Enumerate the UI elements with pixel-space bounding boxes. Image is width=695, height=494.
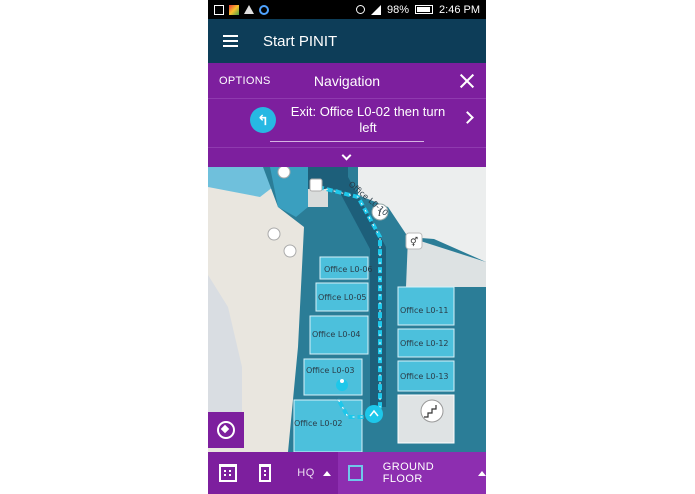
navigation-instruction[interactable]: ↰ Exit: Office L0-02 then turn left [208, 100, 486, 146]
recenter-location-button[interactable] [208, 412, 244, 448]
room-label-l0-13: Office L0-13 [400, 372, 449, 381]
hamburger-menu-icon[interactable] [208, 19, 252, 63]
close-icon[interactable] [458, 72, 476, 90]
app-title: Start PINIT [263, 32, 338, 50]
floor-selector[interactable]: GROUND FLOOR [338, 452, 486, 494]
building-label: HQ [297, 467, 315, 479]
navigation-header: OPTIONS Navigation [208, 63, 486, 99]
room-label-l0-11: Office L0-11 [400, 306, 449, 315]
room-label-l0-03: Office L0-03 [306, 366, 355, 375]
indoor-map[interactable]: i ⚥ Office L0-10 Office L0-06 Office L0-… [208, 165, 486, 453]
building-selector[interactable]: HQ [282, 452, 338, 494]
signal-icon [371, 4, 381, 15]
drive-notification-icon [244, 5, 254, 14]
svg-text:⚥: ⚥ [410, 236, 418, 248]
clock: 2:46 PM [439, 3, 480, 16]
floor-icon [348, 465, 363, 481]
gallery-notification-icon [214, 4, 224, 15]
battery-percent: 98% [387, 3, 410, 16]
building-dropdown-icon [322, 470, 331, 476]
map-canvas: i ⚥ Office L0-10 Office L0-06 Office L0-… [208, 165, 486, 453]
instruction-text: Exit: Office L0-02 then turn left [290, 104, 446, 135]
phone-screen: 98% 2:46 PM Start PINIT OPTIONS Navigati… [208, 0, 486, 494]
location-icon [217, 421, 235, 439]
room-label-l0-12: Office L0-12 [400, 339, 449, 348]
campus-buildings-icon [219, 464, 237, 482]
chevron-right-icon[interactable] [461, 111, 474, 124]
chevron-down-icon [341, 150, 352, 161]
status-bar: 98% 2:46 PM [208, 0, 486, 19]
sync-notification-icon [259, 4, 269, 15]
floor-label: GROUND FLOOR [382, 461, 435, 485]
app-notification-icon [229, 4, 239, 15]
room-label-l0-06: Office L0-06 [324, 265, 373, 274]
alarm-icon [356, 5, 365, 14]
navigation-panel: OPTIONS Navigation ↰ Exit: Office L0-02 … [208, 63, 486, 167]
app-bar: Start PINIT [208, 19, 486, 63]
room-label-l0-04: Office L0-04 [312, 330, 361, 339]
options-button[interactable]: OPTIONS [208, 75, 271, 87]
expand-instructions-button[interactable] [208, 147, 486, 167]
floor-dropdown-icon [478, 470, 486, 476]
room-label-l0-05: Office L0-05 [318, 293, 367, 302]
building-button[interactable] [248, 452, 282, 494]
bottom-bar: HQ GROUND FLOOR [208, 452, 486, 494]
building-icon [259, 464, 271, 482]
battery-icon [415, 5, 434, 14]
campus-button[interactable] [208, 452, 248, 494]
turn-left-icon: ↰ [250, 107, 276, 133]
instruction-underline [270, 141, 424, 142]
room-label-l0-02: Office L0-02 [294, 419, 343, 428]
